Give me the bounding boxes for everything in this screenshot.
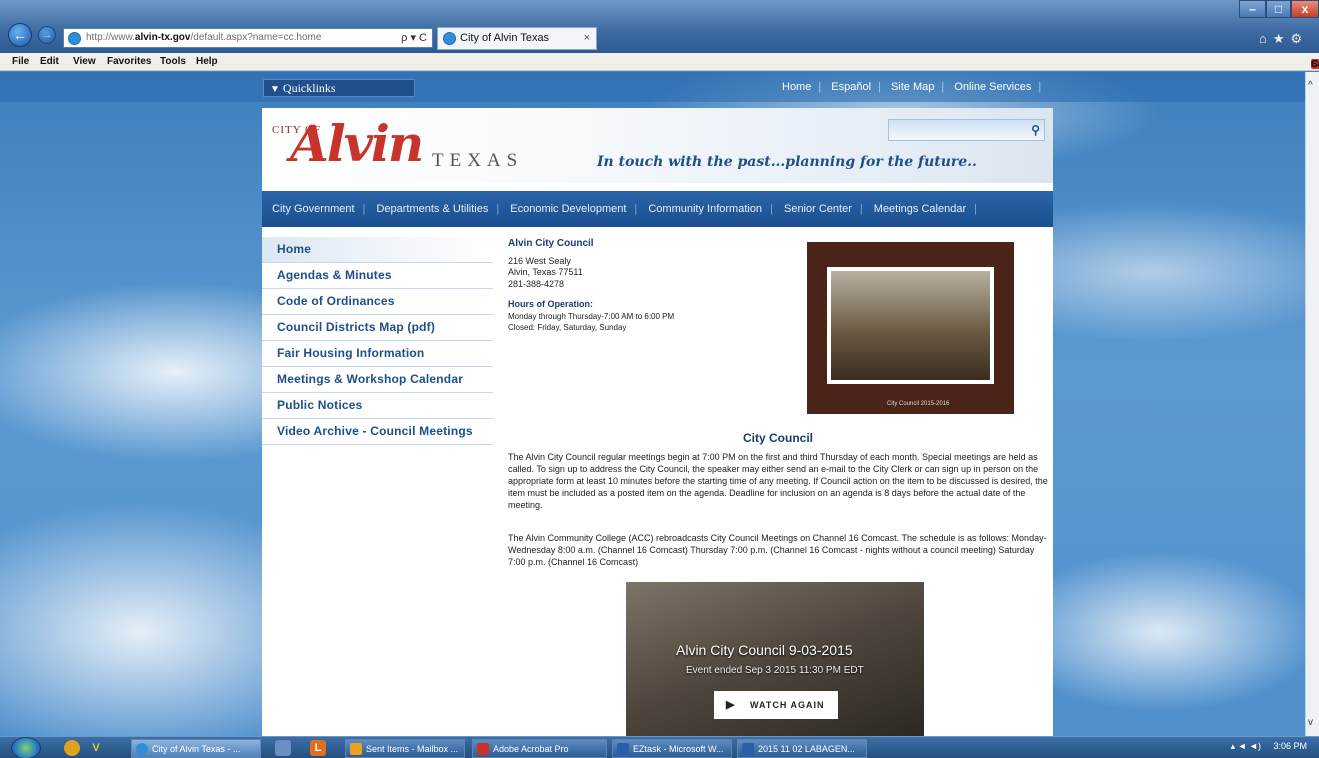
- logo-texas: TEXAS: [432, 150, 524, 171]
- chrome-icon[interactable]: [64, 740, 80, 756]
- outlook-icon: [350, 743, 362, 755]
- sidebar-item-code-of-ordinances[interactable]: Code of Ordinances: [262, 289, 493, 315]
- sidebar-item-agendas-minutes[interactable]: Agendas & Minutes: [262, 263, 493, 289]
- menu-edit[interactable]: Edit: [40, 56, 59, 67]
- video-player[interactable]: Alvin City Council 9-03-2015 Event ended…: [626, 582, 924, 736]
- browser-titlebar: – □ x ← → http://www.alvin-tx.gov/defaul…: [0, 0, 1319, 53]
- windows-taskbar: V City of Alvin Texas - ... L Sent Items…: [0, 736, 1319, 758]
- close-window-button[interactable]: x: [1291, 0, 1319, 18]
- tray-icons[interactable]: ▴ ◄ ◄): [1231, 741, 1261, 751]
- search-refresh-icon[interactable]: ρ ▾ C: [401, 29, 427, 47]
- search-icon[interactable]: ⚲: [1031, 123, 1040, 137]
- tab-close-icon[interactable]: ×: [584, 28, 590, 49]
- page-viewport: ▼ Quicklinks Home | Español | Site Map | Onl…: [0, 72, 1305, 736]
- menu-favorites[interactable]: Favorites: [107, 56, 151, 67]
- menu-view[interactable]: View: [73, 56, 96, 67]
- logo-alvin[interactable]: Alvin: [290, 114, 424, 173]
- acrobat-task-icon: [477, 743, 489, 755]
- sidebar-item-home[interactable]: Home: [262, 237, 493, 263]
- nav-city-government[interactable]: City Government: [272, 203, 355, 215]
- quicklinks-dropdown[interactable]: ▼ Quicklinks: [263, 79, 415, 97]
- minimize-button[interactable]: –: [1239, 0, 1266, 18]
- vertical-scrollbar[interactable]: ^ v: [1305, 72, 1319, 736]
- menu-file[interactable]: File: [12, 56, 29, 67]
- scroll-down-icon[interactable]: v: [1308, 717, 1313, 728]
- maximize-button[interactable]: □: [1266, 0, 1291, 18]
- sidebar-item-meetings-workshop-calendar[interactable]: Meetings & Workshop Calendar: [262, 367, 493, 393]
- toplink-home[interactable]: Home: [782, 81, 811, 93]
- council-paragraph-1: The Alvin City Council regular meetings …: [508, 452, 1048, 510]
- nav-departments-utilities[interactable]: Departments & Utilities: [376, 203, 488, 215]
- top-links: Home | Español | Site Map | Online Services…: [782, 81, 1042, 93]
- photo-caption: City Council 2015-2016: [887, 401, 950, 407]
- sidebar-item-public-notices[interactable]: Public Notices: [262, 393, 493, 419]
- app-l-icon[interactable]: L: [310, 740, 326, 756]
- site-tagline: In touch with the past...planning for th…: [597, 154, 977, 170]
- select-button[interactable]: Select: [1311, 59, 1319, 70]
- sidebar-item-council-districts-map[interactable]: Council Districts Map (pdf): [262, 315, 493, 341]
- sidebar-item-fair-housing[interactable]: Fair Housing Information: [262, 341, 493, 367]
- nav-senior-center[interactable]: Senior Center: [784, 203, 852, 215]
- task-labagenda[interactable]: 2015 11 02 LABAGEN...: [737, 739, 867, 758]
- clock[interactable]: 3:06 PM: [1273, 741, 1307, 751]
- council-photo-image: [831, 271, 990, 380]
- ie-task-icon: [136, 743, 148, 755]
- nav-community-information[interactable]: Community Information: [648, 203, 762, 215]
- home-star-gear-icon[interactable]: ⌂★⚙: [1259, 31, 1308, 47]
- menu-bar: File Edit View Favorites Tools Help x Co…: [0, 53, 1319, 81]
- menu-tools[interactable]: Tools: [160, 56, 186, 67]
- sidebar-menu: Home Agendas & Minutes Code of Ordinance…: [262, 237, 493, 445]
- menu-help[interactable]: Help: [196, 56, 218, 67]
- task-adobe-acrobat[interactable]: Adobe Acrobat Pro: [472, 739, 607, 758]
- site-topbar: ▼ Quicklinks Home | Español | Site Map | Onl…: [0, 72, 1305, 102]
- search-input[interactable]: ⚲: [888, 119, 1045, 141]
- ie-favicon-icon: [68, 32, 81, 45]
- video-subtitle: Event ended Sep 3 2015 11:30 PM EDT: [686, 665, 864, 676]
- play-icon: ▶: [726, 699, 736, 711]
- nav-meetings-calendar[interactable]: Meetings Calendar: [874, 203, 966, 215]
- forward-icon[interactable]: →: [38, 26, 56, 44]
- city-council-title: City Council: [742, 431, 813, 445]
- council-photo: City Council 2015-2016: [807, 242, 1014, 414]
- tab-city-of-alvin[interactable]: City of Alvin Texas ×: [437, 27, 597, 50]
- scroll-up-icon[interactable]: ^: [1308, 80, 1313, 91]
- tab-favicon-icon: [443, 32, 456, 45]
- task-eztask[interactable]: EZtask - Microsoft W...: [612, 739, 732, 758]
- main-nav: City Government | Departments & Utilities…: [262, 191, 1053, 227]
- watch-again-button[interactable]: ▶ WATCH AGAIN: [714, 691, 838, 719]
- site-container: CITY OF Alvin TEXAS In touch with the pa…: [262, 108, 1053, 736]
- task-sent-items[interactable]: Sent Items - Mailbox ...: [345, 739, 465, 758]
- system-tray: ▴ ◄ ◄) 3:06 PM: [1221, 741, 1307, 752]
- toplink-site-map[interactable]: Site Map: [891, 81, 934, 93]
- address-bar[interactable]: http://www.alvin-tx.gov/default.aspx?nam…: [63, 28, 433, 48]
- nav-economic-development[interactable]: Economic Development: [510, 203, 626, 215]
- toplink-online-services[interactable]: Online Services: [954, 81, 1031, 93]
- word-icon-2: [742, 743, 754, 755]
- word-icon: [617, 743, 629, 755]
- triangle-down-icon: ▼: [270, 84, 280, 95]
- start-button[interactable]: [11, 737, 41, 758]
- council-paragraph-2: The Alvin Community College (ACC) rebroa…: [508, 533, 1047, 567]
- sidebar-item-video-archive[interactable]: Video Archive - Council Meetings: [262, 419, 493, 445]
- video-title: Alvin City Council 9-03-2015: [676, 642, 853, 658]
- back-icon[interactable]: ←: [8, 23, 32, 47]
- v-app-icon[interactable]: V: [88, 740, 104, 756]
- task-city-of-alvin[interactable]: City of Alvin Texas - ...: [131, 739, 261, 758]
- toplink-espanol[interactable]: Español: [831, 81, 871, 93]
- explorer-icon[interactable]: [275, 740, 291, 756]
- site-header: CITY OF Alvin TEXAS In touch with the pa…: [262, 108, 1053, 183]
